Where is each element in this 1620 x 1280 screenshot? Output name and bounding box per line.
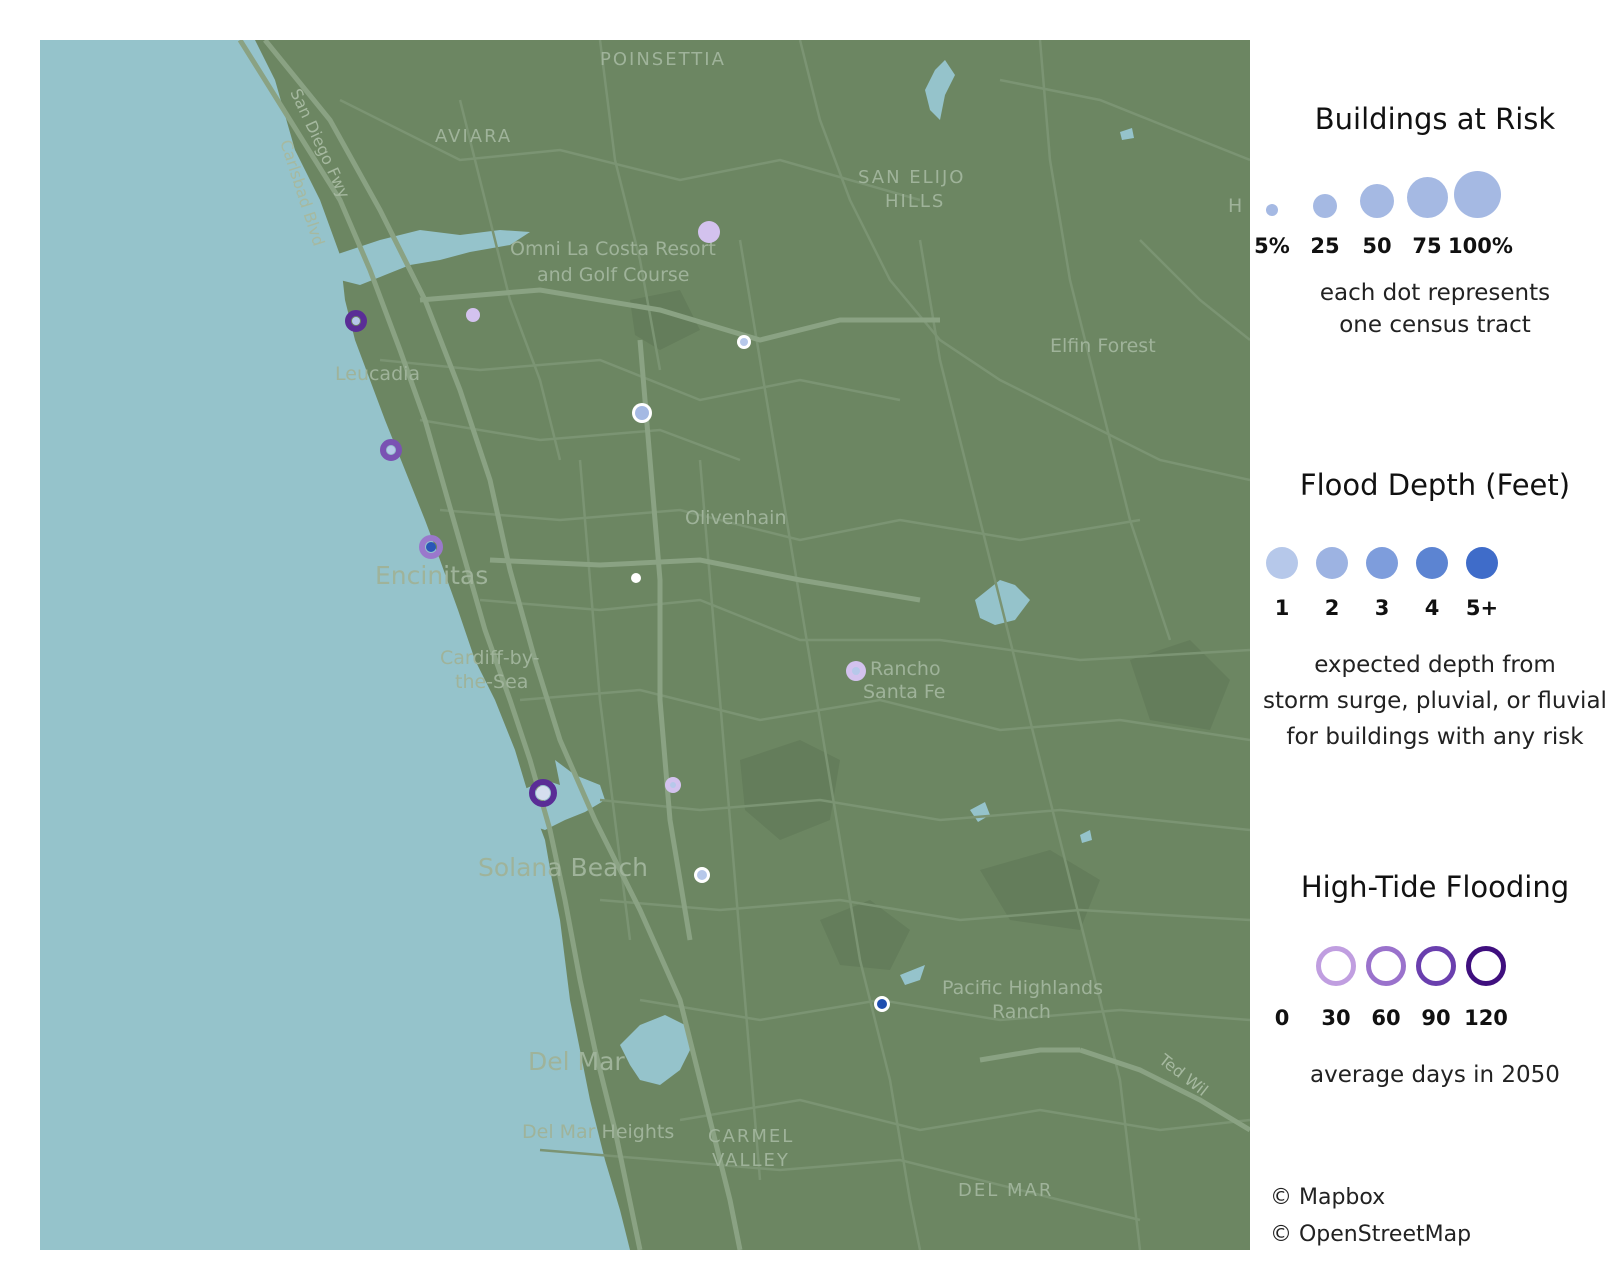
label-poinsettia: POINSETTIA xyxy=(600,49,726,70)
tract-inland-north[interactable] xyxy=(466,308,480,322)
flood-desc-3: for buildings with any risk xyxy=(1286,724,1584,750)
flood-dot xyxy=(536,786,550,800)
tract-solana-east[interactable] xyxy=(694,867,710,883)
flood-dot xyxy=(852,667,860,675)
label-cardiff-1: Cardiff-by- xyxy=(440,647,540,669)
tide-desc: average days in 2050 xyxy=(1310,1062,1560,1088)
tract-leucadia-south[interactable] xyxy=(380,439,402,461)
tide-ring-120 xyxy=(1466,946,1506,986)
label-san-elijo-1: SAN ELIJO xyxy=(858,167,965,188)
tract-olivenhain-north[interactable] xyxy=(632,403,652,423)
label-carmel-2: VALLEY xyxy=(712,1150,790,1171)
flood-label: 5+ xyxy=(1465,596,1499,620)
tide-label: 0 xyxy=(1274,1006,1290,1030)
credit-openstreetmap[interactable]: © OpenStreetMap xyxy=(1270,1222,1471,1247)
tract-pacific-highlands[interactable] xyxy=(874,996,890,1012)
label-aviara: AVIARA xyxy=(435,126,512,147)
tract-encinitas[interactable] xyxy=(419,535,443,559)
legend: Buildings at Risk 5% 25 50 75 100% each … xyxy=(1250,0,1620,1280)
label-cut-h: H xyxy=(1228,195,1242,217)
flood-dot-4 xyxy=(1416,547,1448,579)
flood-legend-title: Flood Depth (Feet) xyxy=(1299,468,1571,502)
tract-san-elijo[interactable] xyxy=(737,335,751,349)
label-del-mar: Del Mar xyxy=(528,1047,625,1076)
flood-dot xyxy=(697,870,707,880)
tract-solana-inland[interactable] xyxy=(665,777,681,793)
label-omni-1: Omni La Costa Resort xyxy=(510,238,716,260)
flood-desc-1: expected depth from xyxy=(1314,652,1556,678)
flood-dot xyxy=(426,542,436,552)
label-carmel-1: CARMEL xyxy=(708,1126,794,1147)
tide-ring-60 xyxy=(1366,946,1406,986)
buildings-dot-100 xyxy=(1454,171,1501,218)
tract-olivenhain-south[interactable] xyxy=(631,573,641,583)
flood-dot xyxy=(387,446,395,454)
label-encinitas: Encinitas xyxy=(375,561,488,590)
label-leucadia: Leucadia xyxy=(335,363,420,385)
flood-dot xyxy=(670,782,676,788)
label-pacific-1: Pacific Highlands xyxy=(942,977,1103,999)
label-pacific-2: Ranch xyxy=(992,1001,1051,1023)
label-rancho-2: Santa Fe xyxy=(863,681,945,703)
tract-leucadia-north[interactable] xyxy=(345,310,367,332)
label-olivenhain: Olivenhain xyxy=(685,507,787,529)
label-del-mar-heights: Del Mar Heights xyxy=(522,1121,674,1143)
flood-dot xyxy=(631,573,641,583)
buildings-dot-25 xyxy=(1313,194,1337,218)
label-cardiff-2: the-Sea xyxy=(455,671,528,693)
tract-rancho-santa-fe[interactable] xyxy=(846,661,866,681)
tide-ring-30 xyxy=(1316,946,1356,986)
flood-dot-1 xyxy=(1266,547,1298,579)
buildings-dot-5 xyxy=(1266,204,1278,216)
flood-dot xyxy=(635,406,649,420)
buildings-desc-1: each dot represents xyxy=(1319,280,1551,306)
tide-legend-title: High-Tide Flooding xyxy=(1300,870,1570,904)
buildings-dot-75 xyxy=(1407,177,1448,218)
flood-dot xyxy=(352,317,360,325)
label-elfin-forest: Elfin Forest xyxy=(1050,335,1156,357)
label-del-mar-caps: DEL MAR xyxy=(958,1180,1053,1201)
flood-dot xyxy=(740,338,748,346)
flood-desc-2: storm surge, pluvial, or fluvial xyxy=(1263,688,1607,714)
flood-dot-5 xyxy=(1466,547,1498,579)
buildings-legend-title: Buildings at Risk xyxy=(1314,102,1556,136)
buildings-label: 25 xyxy=(1310,234,1340,258)
buildings-desc-2: one census tract xyxy=(1339,312,1531,338)
buildings-label: 100% xyxy=(1448,234,1513,258)
flood-dot xyxy=(466,308,480,322)
flood-dot-3 xyxy=(1366,547,1398,579)
label-omni-2: and Golf Course xyxy=(537,264,689,286)
buildings-dot-50 xyxy=(1360,184,1394,218)
tract-la-costa[interactable] xyxy=(698,221,720,243)
map-canvas: POINSETTIA AVIARA SAN ELIJO HILLS Omni L… xyxy=(40,40,1250,1250)
flood-dot xyxy=(877,999,887,1009)
flood-dot-2 xyxy=(1316,547,1348,579)
label-solana-beach: Solana Beach xyxy=(478,853,648,882)
map[interactable]: POINSETTIA AVIARA SAN ELIJO HILLS Omni L… xyxy=(40,40,1250,1250)
flood-dot xyxy=(698,221,720,243)
credit-mapbox[interactable]: © Mapbox xyxy=(1270,1185,1385,1210)
tide-ring-90 xyxy=(1416,946,1456,986)
label-san-elijo-2: HILLS xyxy=(885,191,945,212)
tide-label: 120 xyxy=(1464,1006,1508,1030)
buildings-label: 5% xyxy=(1254,234,1290,258)
label-rancho-1: Rancho xyxy=(870,658,941,680)
